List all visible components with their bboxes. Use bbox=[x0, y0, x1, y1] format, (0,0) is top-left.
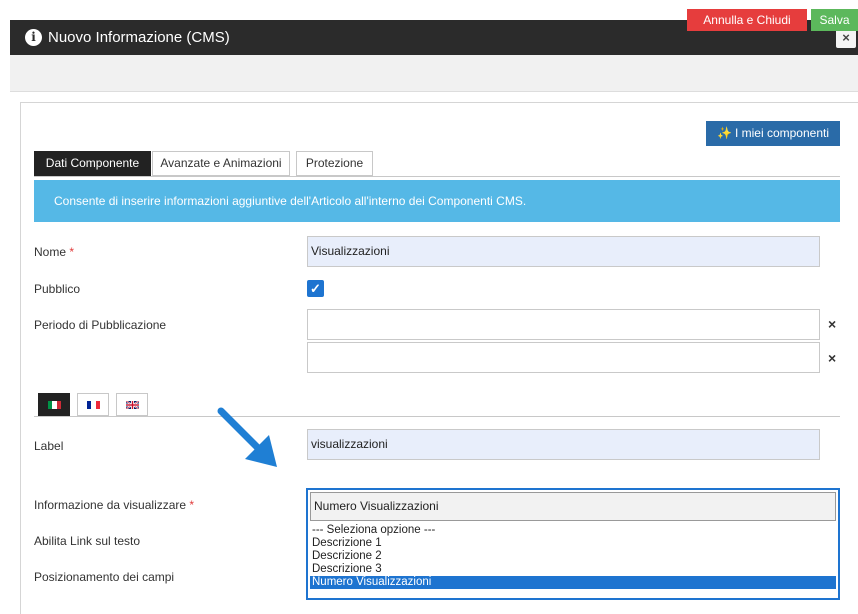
informazione-label: Informazione da visualizzare * bbox=[34, 498, 194, 512]
periodo-label: Periodo di Pubblicazione bbox=[34, 318, 167, 332]
info-banner: Consente di inserire informazioni aggiun… bbox=[34, 180, 840, 222]
label-field-label: Label bbox=[34, 439, 64, 453]
select-option[interactable]: Descrizione 1 bbox=[310, 537, 836, 550]
select-option[interactable]: --- Seleziona opzione --- bbox=[310, 524, 836, 537]
nome-input[interactable]: Visualizzazioni bbox=[307, 236, 820, 267]
informazione-options-list: --- Seleziona opzione --- Descrizione 1 … bbox=[310, 524, 836, 589]
cancel-and-close-button[interactable]: Annulla e Chiudi bbox=[687, 9, 807, 31]
annotation-arrow-icon bbox=[217, 407, 277, 467]
required-mark: * bbox=[189, 498, 195, 512]
label-input[interactable]: visualizzazioni bbox=[307, 429, 820, 460]
english-flag-icon bbox=[126, 401, 139, 409]
magic-wand-icon: ✨ bbox=[717, 126, 732, 140]
tab-protezione[interactable]: Protezione bbox=[296, 151, 373, 176]
italian-flag-icon bbox=[48, 401, 61, 409]
my-components-label: I miei componenti bbox=[734, 126, 829, 140]
informazione-selected-value[interactable]: Numero Visualizzazioni bbox=[310, 492, 836, 521]
tab-avanzate-animazioni[interactable]: Avanzate e Animazioni bbox=[152, 151, 290, 176]
union-jack-icon bbox=[126, 401, 139, 409]
periodo-from-input[interactable] bbox=[307, 309, 820, 340]
language-tab-italian[interactable] bbox=[38, 393, 70, 416]
select-option[interactable]: Descrizione 3 bbox=[310, 563, 836, 576]
pubblico-label: Pubblico bbox=[34, 282, 81, 296]
tab-dati-componente[interactable]: Dati Componente bbox=[34, 151, 151, 176]
close-button[interactable]: × bbox=[836, 28, 856, 48]
periodo-to-input[interactable] bbox=[307, 342, 820, 373]
select-option-selected[interactable]: Numero Visualizzazioni bbox=[310, 576, 836, 589]
required-mark: * bbox=[69, 245, 75, 259]
clear-periodo-to-icon[interactable]: × bbox=[828, 350, 836, 366]
nome-label-text: Nome bbox=[34, 245, 67, 259]
nome-label: Nome * bbox=[34, 245, 74, 259]
language-tab-english[interactable] bbox=[116, 393, 148, 416]
my-components-button[interactable]: ✨ I miei componenti bbox=[706, 121, 840, 146]
clear-periodo-from-icon[interactable]: × bbox=[828, 316, 836, 332]
select-option[interactable]: Descrizione 2 bbox=[310, 550, 836, 563]
informazione-select[interactable]: Numero Visualizzazioni --- Seleziona opz… bbox=[306, 488, 840, 600]
tabs-divider bbox=[34, 176, 840, 177]
info-icon: i bbox=[25, 29, 42, 46]
pubblico-checkbox[interactable]: ✓ bbox=[307, 280, 324, 297]
save-button[interactable]: Salva bbox=[811, 9, 858, 31]
language-tab-french[interactable] bbox=[77, 393, 109, 416]
abilita-link-label: Abilita Link sul testo bbox=[34, 534, 141, 548]
language-tabs-divider bbox=[34, 416, 840, 417]
french-flag-icon bbox=[87, 401, 100, 409]
posizionamento-label: Posizionamento dei campi bbox=[34, 570, 175, 584]
dialog-toolbar bbox=[10, 55, 858, 92]
informazione-label-text: Informazione da visualizzare bbox=[34, 498, 187, 512]
dialog-title: Nuovo Informazione (CMS) bbox=[48, 29, 230, 46]
